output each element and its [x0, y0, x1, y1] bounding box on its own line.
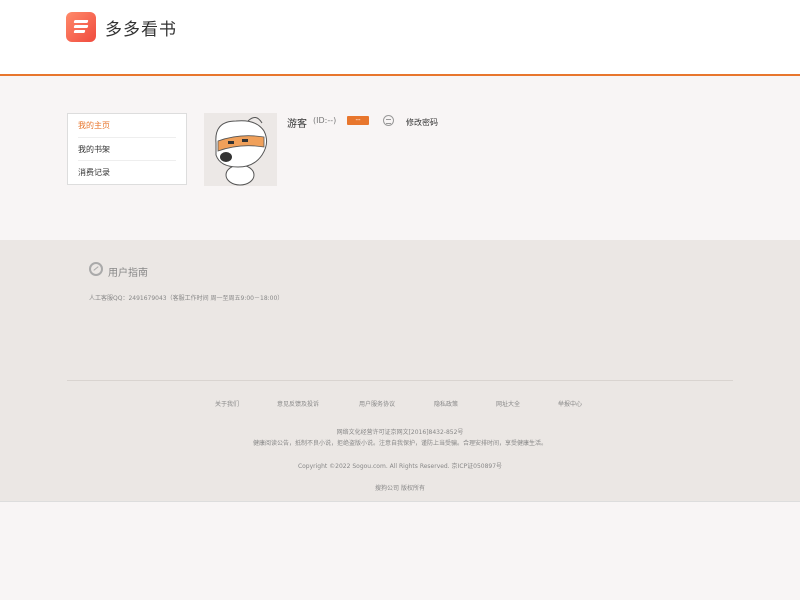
- health-notice: 健康阅读公告，抵制不良小说，拒绝盗版小说。注意自我保护，谨防上当受骗。合理安排时…: [252, 440, 547, 447]
- footer-divider: [67, 380, 733, 381]
- user-id: (ID:--): [313, 116, 337, 125]
- sidebar-item-bookshelf[interactable]: 我的书架: [78, 138, 176, 161]
- customer-service-text: 人工客服QQ：2491679043（客服工作时间 周一至周五9:00－18:00…: [89, 295, 284, 302]
- company-text: 搜狗公司 版权所有: [375, 485, 425, 492]
- footer-link-terms[interactable]: 用户服务协议: [359, 399, 395, 408]
- header: 多多看书: [0, 0, 800, 76]
- license-text: 网络文化经营许可证京网文[2016]8432-852号: [336, 429, 464, 436]
- app-title[interactable]: 多多看书: [105, 15, 177, 40]
- footer-link-privacy[interactable]: 隐私政策: [434, 399, 458, 408]
- copyright-text: Copyright ©2022 Sogou.com. All Rights Re…: [297, 463, 503, 470]
- sidebar-item-home[interactable]: 我的主页: [78, 114, 176, 138]
- change-password-link[interactable]: 修改密码: [406, 117, 438, 128]
- mascot-avatar: [204, 113, 277, 186]
- settings-icon[interactable]: [383, 115, 394, 126]
- username: 游客: [287, 119, 307, 130]
- compass-icon: [89, 262, 103, 276]
- guide-title: 用户指南: [108, 268, 148, 279]
- avatar: [204, 113, 277, 186]
- footer-links: 关于我们 意见反馈及投诉 用户服务协议 隐私政策 网址大全 举报中心: [0, 399, 800, 409]
- sidebar-item-purchase-history[interactable]: 消费记录: [78, 161, 176, 185]
- book-logo-icon[interactable]: [66, 12, 96, 42]
- footer-link-about[interactable]: 关于我们: [215, 399, 239, 408]
- footer-link-report[interactable]: 举报中心: [558, 399, 582, 408]
- status-badge: --: [347, 116, 369, 125]
- footer-link-sitemap[interactable]: 网址大全: [496, 399, 520, 408]
- sidebar-nav: 我的主页 我的书架 消费记录: [67, 113, 187, 185]
- footer-link-feedback[interactable]: 意见反馈及投诉: [277, 399, 319, 408]
